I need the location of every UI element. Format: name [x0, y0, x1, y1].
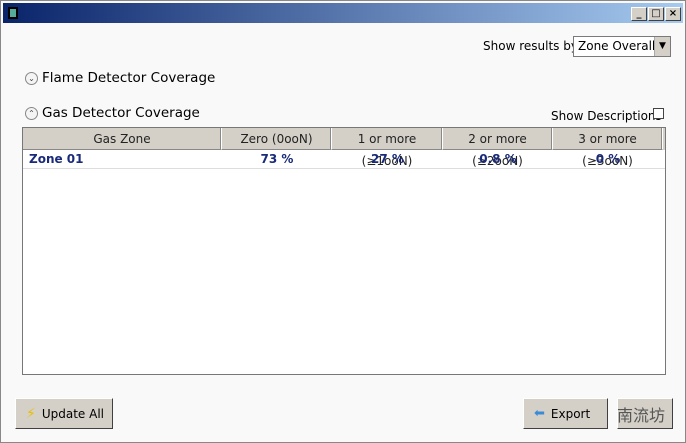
lightning-icon: ⚡ — [26, 405, 36, 422]
show-results-select[interactable]: Zone Overall ▼ — [573, 36, 671, 57]
zone-cell: Zone 01 — [29, 152, 84, 166]
column-header[interactable]: 2 or more (≥2ooN) — [443, 128, 553, 168]
expand-icon: ⌄ — [25, 71, 38, 85]
flame-section-title: Flame Detector Coverage — [42, 70, 216, 86]
export-button[interactable]: ⬅ Export — [523, 398, 608, 429]
column-header[interactable]: Gas Zone — [23, 128, 222, 150]
app-icon — [8, 7, 18, 19]
flame-section-toggle[interactable]: ⌄ Flame Detector Coverage — [25, 70, 215, 86]
show-descriptions-checkbox[interactable] — [653, 108, 664, 119]
minimize-button[interactable]: _ — [631, 7, 647, 21]
column-header[interactable]: 3 or more (≥3ooN) — [553, 128, 663, 168]
value-cell: 0 % — [595, 152, 621, 166]
gas-coverage-table: Gas Zone Zero (0ooN) 1 or more (≥1ooN) 2… — [22, 127, 666, 375]
select-value: Zone Overall — [578, 39, 656, 53]
gas-section-toggle[interactable]: ⌃ Gas Detector Coverage — [25, 105, 200, 121]
update-all-label: Update All — [41, 406, 104, 421]
collapse-icon: ⌃ — [25, 106, 38, 120]
arrow-left-icon: ⬅ — [534, 406, 545, 421]
value-cell: 0.8 % — [479, 152, 517, 166]
gas-section-title: Gas Detector Coverage — [42, 105, 200, 121]
table-header: Gas Zone Zero (0ooN) 1 or more (≥1ooN) 2… — [23, 128, 665, 168]
title-bar: _ □ × — [3, 3, 683, 23]
column-header[interactable]: 1 or more (≥1ooN) — [332, 128, 443, 168]
value-cell: 73 % — [260, 152, 294, 166]
table-row[interactable]: Zone 01 73 % 27 % 0.8 % 0 % — [23, 150, 665, 169]
value-cell: 27 % — [371, 152, 404, 166]
close-button[interactable]: × — [665, 7, 681, 21]
watermark: 南流坊 — [617, 406, 666, 425]
export-label: Export — [550, 406, 591, 421]
column-header[interactable]: Zero (0ooN) — [222, 128, 332, 150]
chevron-down-icon[interactable]: ▼ — [654, 37, 670, 56]
show-results-label: Show results by: — [483, 39, 582, 53]
maximize-button[interactable]: □ — [648, 7, 664, 21]
coverage-window: _ □ × Show results by: Zone Overall ▼ ⌄ Fl… — [0, 0, 686, 443]
update-all-button[interactable]: ⚡ Update All — [15, 398, 113, 429]
show-descriptions-label: Show Descriptions — [551, 109, 662, 123]
